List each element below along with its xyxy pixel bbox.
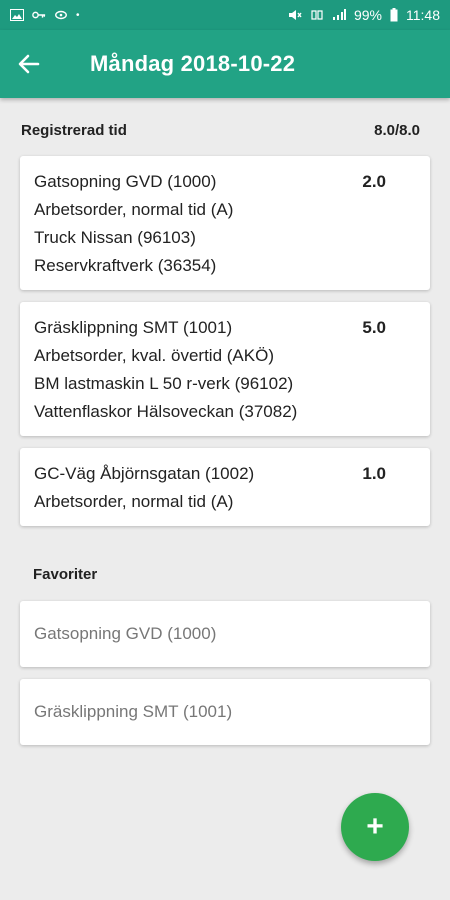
entry-hours: 1.0 — [362, 464, 386, 483]
clock: 11:48 — [406, 7, 440, 23]
entry-hours: 2.0 — [362, 172, 386, 191]
entry-order-type: Arbetsorder, normal tid (A) — [34, 200, 234, 219]
page-title: Måndag 2018-10-22 — [90, 51, 296, 76]
notification-dot-icon: • — [76, 9, 80, 21]
time-entry-card[interactable]: Gatsopning GVD (1000) Arbetsorder, norma… — [20, 156, 430, 290]
time-entry-details: Gatsopning GVD (1000) Arbetsorder, norma… — [34, 168, 233, 280]
entry-hours: 5.0 — [362, 318, 386, 337]
status-left-icons: • — [10, 9, 80, 21]
plus-icon: + — [366, 810, 384, 843]
sync-icon — [55, 10, 67, 20]
favorites-header: Favoriter — [0, 564, 450, 584]
status-bar: • 99% 11:48 — [0, 0, 450, 30]
mute-icon — [288, 10, 302, 20]
time-entry-card[interactable]: GC-Väg Åbjörnsgatan (1002) Arbetsorder, … — [20, 448, 430, 526]
favorite-item-label: Gatsopning GVD (1000) — [34, 624, 217, 643]
app-bar: Måndag 2018-10-22 — [0, 30, 450, 98]
entry-resource: Vattenflaskor Hälsoveckan (37082) — [34, 402, 298, 421]
back-button[interactable] — [18, 46, 54, 82]
entry-machine: Truck Nissan (96103) — [34, 228, 196, 247]
entry-project: Gatsopning GVD (1000) — [34, 172, 217, 191]
battery-icon — [390, 8, 398, 22]
favorite-item[interactable]: Gatsopning GVD (1000) — [20, 601, 430, 667]
entry-order-type: Arbetsorder, normal tid (A) — [34, 492, 234, 511]
status-right-icons: 99% 11:48 — [288, 7, 440, 23]
entry-order-type: Arbetsorder, kval. övertid (AKÖ) — [34, 346, 274, 365]
registered-time-label: Registrerad tid — [21, 121, 127, 139]
time-entry-details: GC-Väg Åbjörnsgatan (1002) Arbetsorder, … — [34, 460, 254, 516]
add-entry-button[interactable]: + — [341, 793, 409, 861]
registered-time-header: Registrerad tid 8.0/8.0 — [0, 120, 450, 140]
key-icon — [32, 11, 46, 19]
battery-percent: 99% — [353, 7, 382, 23]
signal-icon — [332, 9, 346, 20]
entry-machine: BM lastmaskin L 50 r-verk (96102) — [34, 374, 294, 393]
favorite-item-label: Gräsklippning SMT (1001) — [34, 702, 233, 721]
image-icon — [10, 9, 24, 21]
registered-time-total: 8.0/8.0 — [374, 121, 420, 139]
favorites-label: Favoriter — [33, 565, 98, 583]
favorite-item[interactable]: Gräsklippning SMT (1001) — [20, 679, 430, 745]
entry-project: Gräsklippning SMT (1001) — [34, 318, 233, 337]
entry-project: GC-Väg Åbjörnsgatan (1002) — [34, 464, 255, 483]
entry-resource: Reservkraftverk (36354) — [34, 256, 217, 275]
wifi-calling-icon — [311, 10, 323, 20]
time-entry-card[interactable]: Gräsklippning SMT (1001) Arbetsorder, kv… — [20, 302, 430, 436]
arrow-back-icon — [18, 54, 40, 74]
time-entry-details: Gräsklippning SMT (1001) Arbetsorder, kv… — [34, 314, 297, 426]
